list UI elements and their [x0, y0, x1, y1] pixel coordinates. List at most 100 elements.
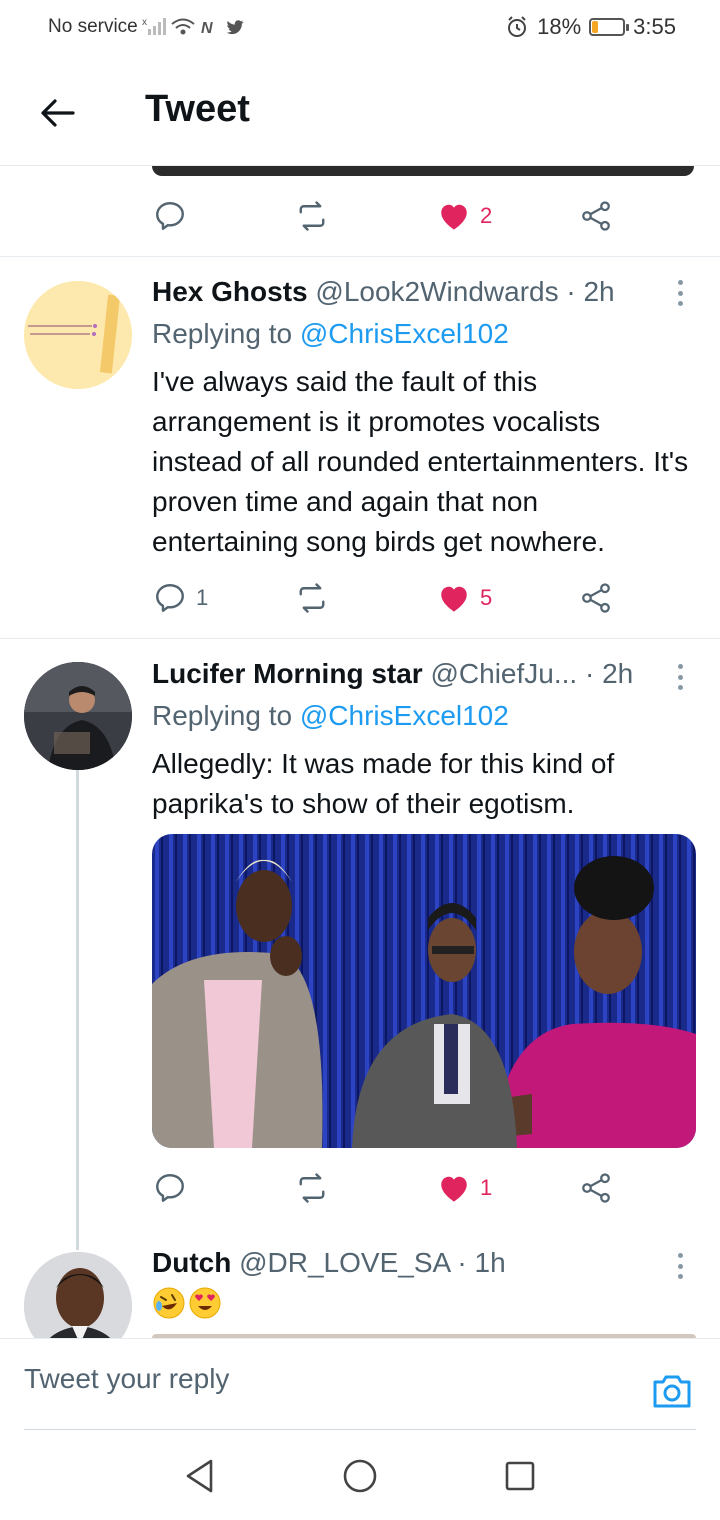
divider [0, 638, 720, 639]
replying-to: Replying to @ChrisExcel102 [152, 700, 509, 732]
separator-dot: · [457, 1247, 467, 1278]
wifi-icon [171, 18, 195, 35]
retweet-icon [299, 201, 325, 231]
tweet-photo[interactable] [152, 834, 696, 1148]
rolling-on-floor-laughing-emoji [153, 1287, 185, 1319]
avatar-image [24, 281, 132, 389]
battery-percent: 18% [537, 14, 582, 39]
divider [0, 256, 720, 257]
retweet-icon [299, 1173, 325, 1203]
tweet-reply-input[interactable]: Tweet your reply [24, 1363, 229, 1395]
camera-icon [653, 1375, 691, 1408]
heart-eyes-emoji [189, 1287, 221, 1319]
like-count: 1 [480, 1175, 493, 1200]
user-handle[interactable]: @Look2Windwards [315, 276, 558, 307]
tweet-time[interactable]: 1h [475, 1247, 506, 1278]
retweet-button[interactable] [294, 576, 338, 620]
reply-count: 1 [196, 585, 209, 610]
more-options-button[interactable] [670, 276, 690, 310]
battery-icon [589, 18, 630, 36]
svg-text:x: x [142, 17, 147, 28]
system-nav-bar [0, 1430, 720, 1520]
separator-dot: · [566, 276, 576, 307]
tweet-emojis [152, 1286, 222, 1322]
display-name[interactable]: Hex Ghosts [152, 276, 308, 307]
retweet-icon [299, 583, 325, 613]
like-count: 2 [480, 203, 493, 228]
more-options-button[interactable] [670, 1249, 690, 1283]
top-app-bar: Tweet [0, 56, 720, 166]
user-handle[interactable]: @ChiefJu... [430, 658, 577, 689]
display-name[interactable]: Lucifer Morning star [152, 658, 423, 689]
clock: 3:55 [633, 14, 676, 39]
status-bar: No service x N 18% 3:55 [0, 0, 720, 56]
twitter-bird-icon [226, 20, 244, 35]
arrow-left-icon [41, 99, 75, 127]
reply-button[interactable] [152, 1166, 196, 1210]
thread-line [76, 770, 79, 1250]
reply-icon [156, 202, 184, 230]
heart-filled-icon [441, 1176, 467, 1202]
like-button[interactable]: 1 [436, 1166, 492, 1210]
svg-text:N: N [201, 20, 213, 37]
camera-button[interactable] [650, 1369, 694, 1413]
tweet-header: Dutch @DR_LOVE_SA · 1h [152, 1247, 506, 1279]
share-icon [582, 201, 610, 231]
like-button[interactable]: 2 [436, 194, 492, 238]
circle-home-icon [343, 1459, 377, 1493]
carrier-label: No service [48, 16, 138, 37]
square-recents-icon [505, 1461, 535, 1491]
nav-recents-button[interactable] [500, 1456, 540, 1496]
tweet-header: Hex Ghosts @Look2Windwards · 2h [152, 276, 615, 308]
reply-icon [156, 584, 184, 612]
share-button[interactable] [578, 194, 614, 238]
replying-to-label: Replying to [152, 318, 293, 349]
separator-dot: · [584, 658, 595, 689]
display-name[interactable]: Dutch [152, 1247, 231, 1278]
reply-button[interactable]: 1 [152, 576, 208, 620]
mention-link[interactable]: @ChrisExcel102 [300, 700, 509, 731]
heart-filled-icon [441, 586, 467, 612]
nfc-icon: N [201, 20, 213, 37]
reply-composer: Tweet your reply [0, 1338, 720, 1430]
avatar[interactable] [24, 662, 132, 770]
share-button[interactable] [578, 1166, 614, 1210]
like-count: 5 [480, 585, 493, 610]
more-options-button[interactable] [670, 660, 690, 694]
previous-tweet-media[interactable] [152, 166, 694, 176]
page-title: Tweet [145, 88, 250, 130]
like-button[interactable]: 5 [436, 576, 492, 620]
share-icon [582, 1173, 610, 1203]
tweet-header: Lucifer Morning star @ChiefJu... · 2h [152, 658, 633, 690]
alarm-icon [508, 16, 527, 37]
retweet-button[interactable] [294, 194, 338, 238]
photo-image [152, 834, 696, 1148]
mention-link[interactable]: @ChrisExcel102 [300, 318, 509, 349]
avatar-image [24, 662, 132, 770]
avatar[interactable] [24, 281, 132, 389]
tweet-text: Allegedly: It was made for this kind of … [152, 748, 615, 819]
tweet-actions: 2 [152, 194, 632, 238]
tweet-actions: 1 [152, 1166, 632, 1210]
status-right: 18% 3:55 [505, 14, 676, 40]
share-icon [582, 583, 610, 613]
reply-button[interactable] [152, 194, 196, 238]
tweet-time[interactable]: 2h [602, 658, 633, 689]
heart-filled-icon [441, 204, 467, 230]
status-left: No service x N [48, 16, 246, 38]
back-button[interactable] [30, 86, 84, 140]
nav-back-button[interactable] [180, 1456, 220, 1496]
replying-to-label: Replying to [152, 700, 293, 731]
tweet-actions: 1 5 [152, 576, 632, 620]
retweet-button[interactable] [294, 1166, 338, 1210]
no-signal-icon: x [142, 17, 166, 35]
reply-icon [156, 1174, 184, 1202]
replying-to: Replying to @ChrisExcel102 [152, 318, 509, 350]
tweet-text: I've always said the fault of this arran… [152, 366, 689, 557]
share-button[interactable] [578, 576, 614, 620]
user-handle[interactable]: @DR_LOVE_SA [239, 1247, 450, 1278]
tweet-time[interactable]: 2h [583, 276, 614, 307]
battery-fill [592, 21, 598, 33]
nav-home-button[interactable] [340, 1456, 380, 1496]
triangle-back-icon [186, 1459, 213, 1493]
